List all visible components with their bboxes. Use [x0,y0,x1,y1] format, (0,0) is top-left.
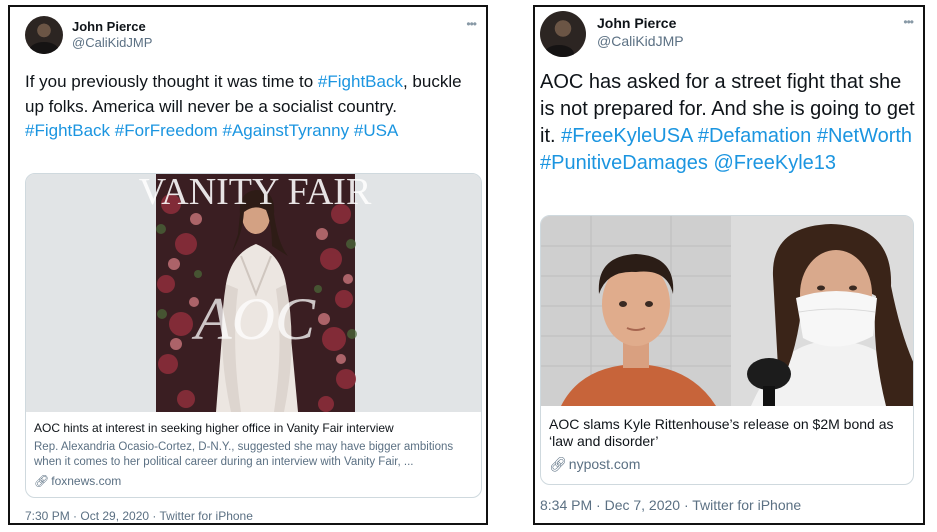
avatar[interactable] [540,11,586,57]
news-photo-image [541,216,913,406]
card-title[interactable]: AOC hints at interest in seeking higher … [34,421,474,436]
magazine-logo: VANITY FAIR [139,174,372,213]
tweet-text: If you previously thought it was time to… [25,70,475,144]
card-image: VANITY FAIR AOC [26,174,481,412]
link-icon: 🔗︎ [549,456,567,472]
card-link[interactable]: 🔗︎ foxnews.com [34,474,121,488]
author-name[interactable]: John Pierce [597,15,676,31]
tweet-timestamp[interactable]: 8:34 PM · Dec 7, 2020 · Twitter for iPho… [540,497,801,513]
card-link-domain[interactable]: nypost.com [569,456,641,472]
hashtag-link[interactable]: @FreeKyle13 [713,152,836,174]
hashtag-link[interactable]: #PunitiveDamages [540,152,708,174]
hashtag-link[interactable]: #FreeKyleUSA [561,125,692,147]
hashtag-link[interactable]: #USA [354,121,398,140]
more-icon[interactable]: ••• [903,15,914,29]
hashtag-link[interactable]: #Defamation [698,125,811,147]
more-icon[interactable]: ••• [466,17,477,31]
tweet-card-1[interactable]: John Pierce @CaliKidJMP ••• If you previ… [8,5,488,525]
card-title[interactable]: AOC slams Kyle Rittenhouse’s release on … [549,416,909,450]
author-handle[interactable]: @CaliKidJMP [72,35,152,50]
tweet-text-segment: If you previously thought it was time to [25,72,318,91]
link-preview-card[interactable]: AOC slams Kyle Rittenhouse’s release on … [540,215,914,485]
hashtag-link[interactable]: #FightBack [318,72,403,91]
author-handle[interactable]: @CaliKidJMP [597,33,684,49]
tweet-timestamp[interactable]: 7:30 PM · Oct 29, 2020 · Twitter for iPh… [25,509,253,523]
hashtag-link[interactable]: #FightBack [25,121,110,140]
card-link[interactable]: 🔗︎ nypost.com [549,456,640,473]
card-description: Rep. Alexandria Ocasio-Cortez, D-N.Y., s… [34,441,454,468]
avatar[interactable] [25,16,63,54]
author-name[interactable]: John Pierce [72,19,146,34]
hashtag-link[interactable]: #ForFreedom [115,121,218,140]
card-link-domain[interactable]: foxnews.com [51,474,121,488]
hashtag-link[interactable]: #AgainstTyranny [223,121,350,140]
link-icon: 🔗︎ [34,474,50,488]
vanity-fair-cover-image: VANITY FAIR AOC [26,174,481,412]
cover-text: AOC [191,286,316,352]
tweet-text: AOC has asked for a street fight that sh… [540,69,920,177]
hashtag-link[interactable]: #NetWorth [817,125,912,147]
card-image [541,216,913,406]
tweet-card-2[interactable]: John Pierce @CaliKidJMP ••• AOC has aske… [533,5,925,525]
link-preview-card[interactable]: VANITY FAIR AOC AOC hints at interest in… [25,173,482,498]
